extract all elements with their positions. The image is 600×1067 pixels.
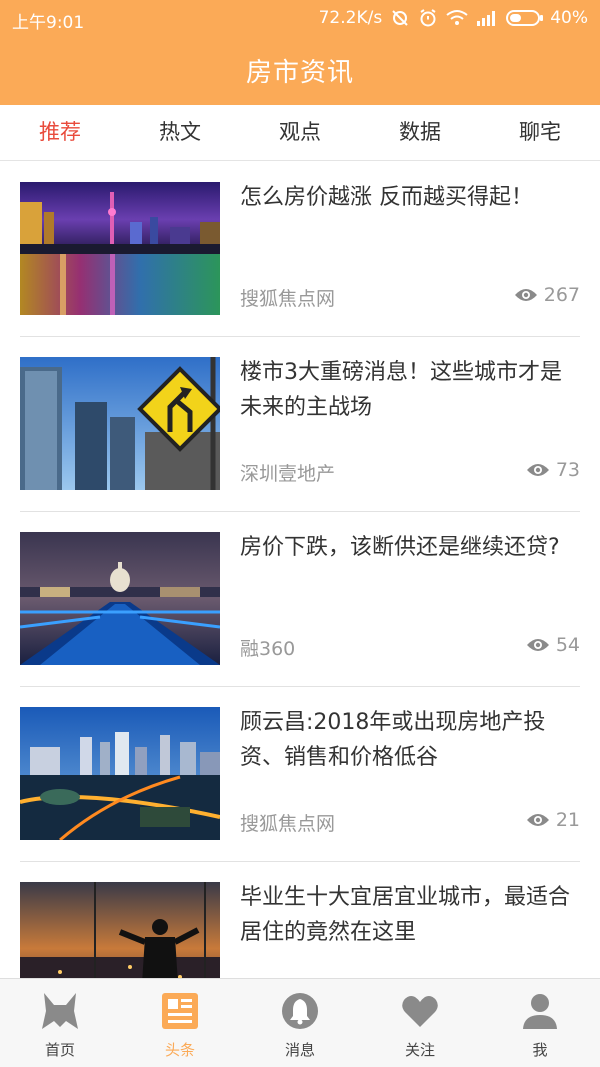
status-icons: 72.2K/s 40% [319,8,588,28]
sync-off-icon [390,8,410,28]
headlines-icon [160,991,200,1035]
article-views: 267 [514,284,580,306]
article-views: 54 [526,634,580,656]
nav-headlines[interactable]: 头条 [120,979,240,1067]
eye-icon [526,464,549,476]
tab-opinion[interactable]: 观点 [240,105,360,160]
article-thumbnail [20,707,220,840]
nav-label: 关注 [404,1041,435,1059]
view-count: 21 [555,809,580,831]
article-title: 怎么房价越涨 反而越买得起！ [240,185,533,210]
tab-data[interactable]: 数据 [360,105,480,160]
article-thumbnail [20,532,220,665]
nav-follow[interactable]: 关注 [360,979,480,1067]
nav-me[interactable]: 我 [480,979,600,1067]
article-source: 融360 [240,638,296,660]
alarm-icon [418,8,438,28]
article-item[interactable]: 房价下跌，该断供还是继续还贷? 融360 54 [20,512,580,687]
article-source: 搜狐焦点网 [240,813,336,835]
category-tabs: 推荐 热文 观点 数据 聊宅 [0,105,600,161]
eye-icon [526,814,549,826]
signal-icon [476,10,498,26]
tab-recommend[interactable]: 推荐 [0,105,120,160]
article-item[interactable]: 怎么房价越涨 反而越买得起！ 搜狐焦点网 267 [20,162,580,337]
bottom-nav: 首页 头条 消息 关注 我 [0,978,600,1067]
article-views: 21 [526,809,580,831]
tab-hot[interactable]: 热文 [120,105,240,160]
article-item[interactable]: 楼市3大重磅消息！这些城市才是未来的主战场 深圳壹地产 73 [20,337,580,512]
article-title: 楼市3大重磅消息！这些城市才是未来的主战场 [240,360,562,420]
article-thumbnail [20,882,220,978]
battery-percent: 40% [550,8,588,28]
article-source: 搜狐焦点网 [240,288,336,310]
status-bar: 上午9:01 72.2K/s 40% [0,0,600,36]
article-title: 毕业生十大宜居宜业城市，最适合居住的竟然在这里 [240,885,571,945]
article-thumbnail [20,182,220,315]
heart-icon [400,991,440,1035]
eye-icon [526,639,549,651]
view-count: 73 [555,459,580,481]
network-speed: 72.2K/s [318,8,383,28]
tab-housing-chat[interactable]: 聊宅 [480,105,600,160]
nav-messages[interactable]: 消息 [240,979,360,1067]
nav-label: 首页 [44,1041,75,1059]
status-time: 上午9:01 [12,13,85,33]
article-thumbnail [20,357,220,490]
user-icon [520,991,560,1035]
nav-label: 我 [532,1041,548,1059]
nav-home[interactable]: 首页 [0,979,120,1067]
article-views: 73 [526,459,580,481]
article-source: 深圳壹地产 [240,463,336,485]
article-item[interactable]: 毕业生十大宜居宜业城市，最适合居住的竟然在这里 [20,862,580,978]
home-icon [40,991,80,1035]
article-title: 房价下跌，该断供还是继续还贷? [240,535,560,560]
article-list: 怎么房价越涨 反而越买得起！ 搜狐焦点网 267 楼市3大重磅消息！这些城市才是… [0,162,600,978]
battery-status: 40% [506,8,588,28]
article-title: 顾云昌:2018年或出现房地产投资、销售和价格低谷 [240,710,546,770]
header: 上午9:01 72.2K/s 40% 房市资讯 [0,0,600,105]
app-screen: 上午9:01 72.2K/s 40% 房市资讯 推荐 热文 观点 数据 聊宅 怎… [0,0,600,1067]
page-title: 房市资讯 [245,58,354,88]
battery-icon [506,10,544,26]
nav-label: 头条 [164,1041,195,1059]
nav-label: 消息 [284,1041,315,1059]
eye-icon [514,289,537,301]
view-count: 54 [555,634,580,656]
wifi-icon [446,9,468,27]
article-item[interactable]: 顾云昌:2018年或出现房地产投资、销售和价格低谷 搜狐焦点网 21 [20,687,580,862]
view-count: 267 [543,284,580,306]
bell-icon [280,991,320,1035]
